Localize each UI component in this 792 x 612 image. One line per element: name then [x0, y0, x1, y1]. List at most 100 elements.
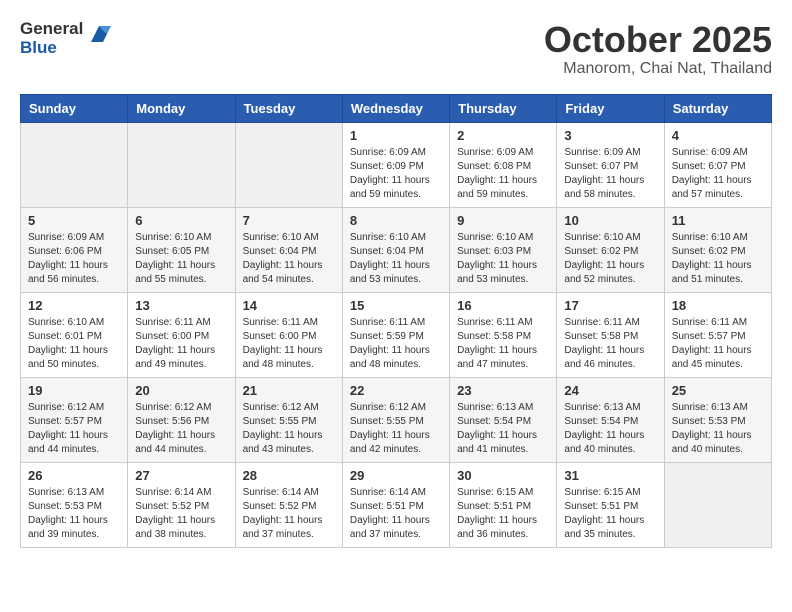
weekday-header-monday: Monday: [128, 94, 235, 122]
calendar-cell: 21Sunrise: 6:12 AM Sunset: 5:55 PM Dayli…: [235, 377, 342, 462]
logo: General Blue: [20, 20, 111, 57]
day-number: 12: [28, 298, 120, 313]
day-info: Sunrise: 6:09 AM Sunset: 6:07 PM Dayligh…: [672, 146, 764, 202]
day-info: Sunrise: 6:09 AM Sunset: 6:09 PM Dayligh…: [350, 146, 442, 202]
calendar-header: SundayMondayTuesdayWednesdayThursdayFrid…: [21, 94, 772, 122]
calendar-cell: 7 Sunrise: 6:10 AM Sunset: 6:04 PM Daylig…: [235, 207, 342, 292]
calendar-cell: 17 Sunrise: 6:11 AM Sunset: 5:58 PM Dayli…: [557, 292, 664, 377]
day-info: Sunrise: 6:14 AM Sunset: 5:52 PM Dayligh…: [243, 486, 335, 542]
weekday-header-wednesday: Wednesday: [342, 94, 449, 122]
month-title: October 2025: [544, 20, 772, 60]
week-row-5: 26Sunrise: 6:13 AM Sunset: 5:53 PM Dayli…: [21, 462, 772, 547]
calendar-cell: 12 Sunrise: 6:10 AM Sunset: 6:01 PM Dayli…: [21, 292, 128, 377]
day-number: 24: [564, 383, 656, 398]
logo-general: General: [20, 20, 83, 39]
day-number: 26: [28, 468, 120, 483]
day-info: Sunrise: 6:11 AM Sunset: 6:00 PM Dayligh…: [135, 316, 227, 372]
weekday-header-saturday: Saturday: [664, 94, 771, 122]
calendar-cell: 27 Sunrise: 6:14 AM Sunset: 5:52 PM Dayli…: [128, 462, 235, 547]
day-info: Sunrise: 6:12 AM Sunset: 5:57 PM Dayligh…: [28, 401, 120, 457]
day-info: Sunrise: 6:11 AM Sunset: 6:00 PM Dayligh…: [243, 316, 335, 372]
calendar-cell: 14 Sunrise: 6:11 AM Sunset: 6:00 PM Dayli…: [235, 292, 342, 377]
calendar-cell: [664, 462, 771, 547]
week-row-3: 12 Sunrise: 6:10 AM Sunset: 6:01 PM Dayli…: [21, 292, 772, 377]
calendar-cell: [128, 122, 235, 207]
calendar-cell: 5 Sunrise: 6:09 AM Sunset: 6:06 PM Daylig…: [21, 207, 128, 292]
day-number: 14: [243, 298, 335, 313]
week-row-4: 19Sunrise: 6:12 AM Sunset: 5:57 PM Dayli…: [21, 377, 772, 462]
day-number: 13: [135, 298, 227, 313]
calendar-table: SundayMondayTuesdayWednesdayThursdayFrid…: [20, 94, 772, 548]
day-info: Sunrise: 6:10 AM Sunset: 6:02 PM Dayligh…: [672, 231, 764, 287]
day-number: 28: [243, 468, 335, 483]
calendar-cell: 10Sunrise: 6:10 AM Sunset: 6:02 PM Dayli…: [557, 207, 664, 292]
page-header: General Blue October 2025 Manorom, Chai …: [20, 20, 772, 78]
calendar-cell: 26Sunrise: 6:13 AM Sunset: 5:53 PM Dayli…: [21, 462, 128, 547]
calendar-cell: 8 Sunrise: 6:10 AM Sunset: 6:04 PM Daylig…: [342, 207, 449, 292]
day-info: Sunrise: 6:11 AM Sunset: 5:58 PM Dayligh…: [457, 316, 549, 372]
day-number: 3: [564, 128, 656, 143]
logo-icon: [87, 22, 111, 46]
day-number: 9: [457, 213, 549, 228]
day-number: 4: [672, 128, 764, 143]
day-number: 5: [28, 213, 120, 228]
day-number: 30: [457, 468, 549, 483]
calendar-cell: 23 Sunrise: 6:13 AM Sunset: 5:54 PM Dayli…: [450, 377, 557, 462]
day-info: Sunrise: 6:15 AM Sunset: 5:51 PM Dayligh…: [564, 486, 656, 542]
calendar-cell: 25 Sunrise: 6:13 AM Sunset: 5:53 PM Dayli…: [664, 377, 771, 462]
day-info: Sunrise: 6:11 AM Sunset: 5:57 PM Dayligh…: [672, 316, 764, 372]
day-number: 18: [672, 298, 764, 313]
day-info: Sunrise: 6:10 AM Sunset: 6:05 PM Dayligh…: [135, 231, 227, 287]
day-info: Sunrise: 6:10 AM Sunset: 6:03 PM Dayligh…: [457, 231, 549, 287]
week-row-2: 5 Sunrise: 6:09 AM Sunset: 6:06 PM Daylig…: [21, 207, 772, 292]
day-info: Sunrise: 6:13 AM Sunset: 5:53 PM Dayligh…: [672, 401, 764, 457]
day-number: 17: [564, 298, 656, 313]
weekday-header-thursday: Thursday: [450, 94, 557, 122]
day-info: Sunrise: 6:09 AM Sunset: 6:06 PM Dayligh…: [28, 231, 120, 287]
calendar-cell: 22 Sunrise: 6:12 AM Sunset: 5:55 PM Dayli…: [342, 377, 449, 462]
calendar-cell: 28 Sunrise: 6:14 AM Sunset: 5:52 PM Dayli…: [235, 462, 342, 547]
day-info: Sunrise: 6:10 AM Sunset: 6:04 PM Dayligh…: [243, 231, 335, 287]
calendar-cell: 4 Sunrise: 6:09 AM Sunset: 6:07 PM Daylig…: [664, 122, 771, 207]
day-info: Sunrise: 6:14 AM Sunset: 5:51 PM Dayligh…: [350, 486, 442, 542]
day-info: Sunrise: 6:10 AM Sunset: 6:01 PM Dayligh…: [28, 316, 120, 372]
day-info: Sunrise: 6:13 AM Sunset: 5:54 PM Dayligh…: [564, 401, 656, 457]
day-number: 7: [243, 213, 335, 228]
calendar-cell: 20 Sunrise: 6:12 AM Sunset: 5:56 PM Dayli…: [128, 377, 235, 462]
day-info: Sunrise: 6:15 AM Sunset: 5:51 PM Dayligh…: [457, 486, 549, 542]
logo-text: General Blue: [20, 20, 83, 57]
day-number: 8: [350, 213, 442, 228]
calendar-body: 1 Sunrise: 6:09 AM Sunset: 6:09 PM Daylig…: [21, 122, 772, 547]
day-number: 23: [457, 383, 549, 398]
day-info: Sunrise: 6:11 AM Sunset: 5:58 PM Dayligh…: [564, 316, 656, 372]
day-number: 1: [350, 128, 442, 143]
calendar-cell: 31Sunrise: 6:15 AM Sunset: 5:51 PM Dayli…: [557, 462, 664, 547]
day-info: Sunrise: 6:10 AM Sunset: 6:04 PM Dayligh…: [350, 231, 442, 287]
calendar-cell: 2 Sunrise: 6:09 AM Sunset: 6:08 PM Daylig…: [450, 122, 557, 207]
day-info: Sunrise: 6:13 AM Sunset: 5:54 PM Dayligh…: [457, 401, 549, 457]
calendar-cell: 1 Sunrise: 6:09 AM Sunset: 6:09 PM Daylig…: [342, 122, 449, 207]
day-number: 2: [457, 128, 549, 143]
day-number: 22: [350, 383, 442, 398]
calendar-cell: 11 Sunrise: 6:10 AM Sunset: 6:02 PM Dayli…: [664, 207, 771, 292]
day-info: Sunrise: 6:09 AM Sunset: 6:08 PM Dayligh…: [457, 146, 549, 202]
day-number: 25: [672, 383, 764, 398]
calendar-cell: 30 Sunrise: 6:15 AM Sunset: 5:51 PM Dayli…: [450, 462, 557, 547]
day-number: 6: [135, 213, 227, 228]
day-info: Sunrise: 6:09 AM Sunset: 6:07 PM Dayligh…: [564, 146, 656, 202]
calendar-cell: 29Sunrise: 6:14 AM Sunset: 5:51 PM Dayli…: [342, 462, 449, 547]
weekday-row: SundayMondayTuesdayWednesdayThursdayFrid…: [21, 94, 772, 122]
logo-blue: Blue: [20, 39, 83, 58]
day-number: 16: [457, 298, 549, 313]
day-number: 27: [135, 468, 227, 483]
day-number: 20: [135, 383, 227, 398]
calendar-cell: [235, 122, 342, 207]
day-number: 11: [672, 213, 764, 228]
day-info: Sunrise: 6:10 AM Sunset: 6:02 PM Dayligh…: [564, 231, 656, 287]
calendar-cell: 6 Sunrise: 6:10 AM Sunset: 6:05 PM Daylig…: [128, 207, 235, 292]
day-info: Sunrise: 6:14 AM Sunset: 5:52 PM Dayligh…: [135, 486, 227, 542]
day-number: 15: [350, 298, 442, 313]
calendar-cell: 15Sunrise: 6:11 AM Sunset: 5:59 PM Dayli…: [342, 292, 449, 377]
day-info: Sunrise: 6:12 AM Sunset: 5:56 PM Dayligh…: [135, 401, 227, 457]
day-info: Sunrise: 6:12 AM Sunset: 5:55 PM Dayligh…: [350, 401, 442, 457]
